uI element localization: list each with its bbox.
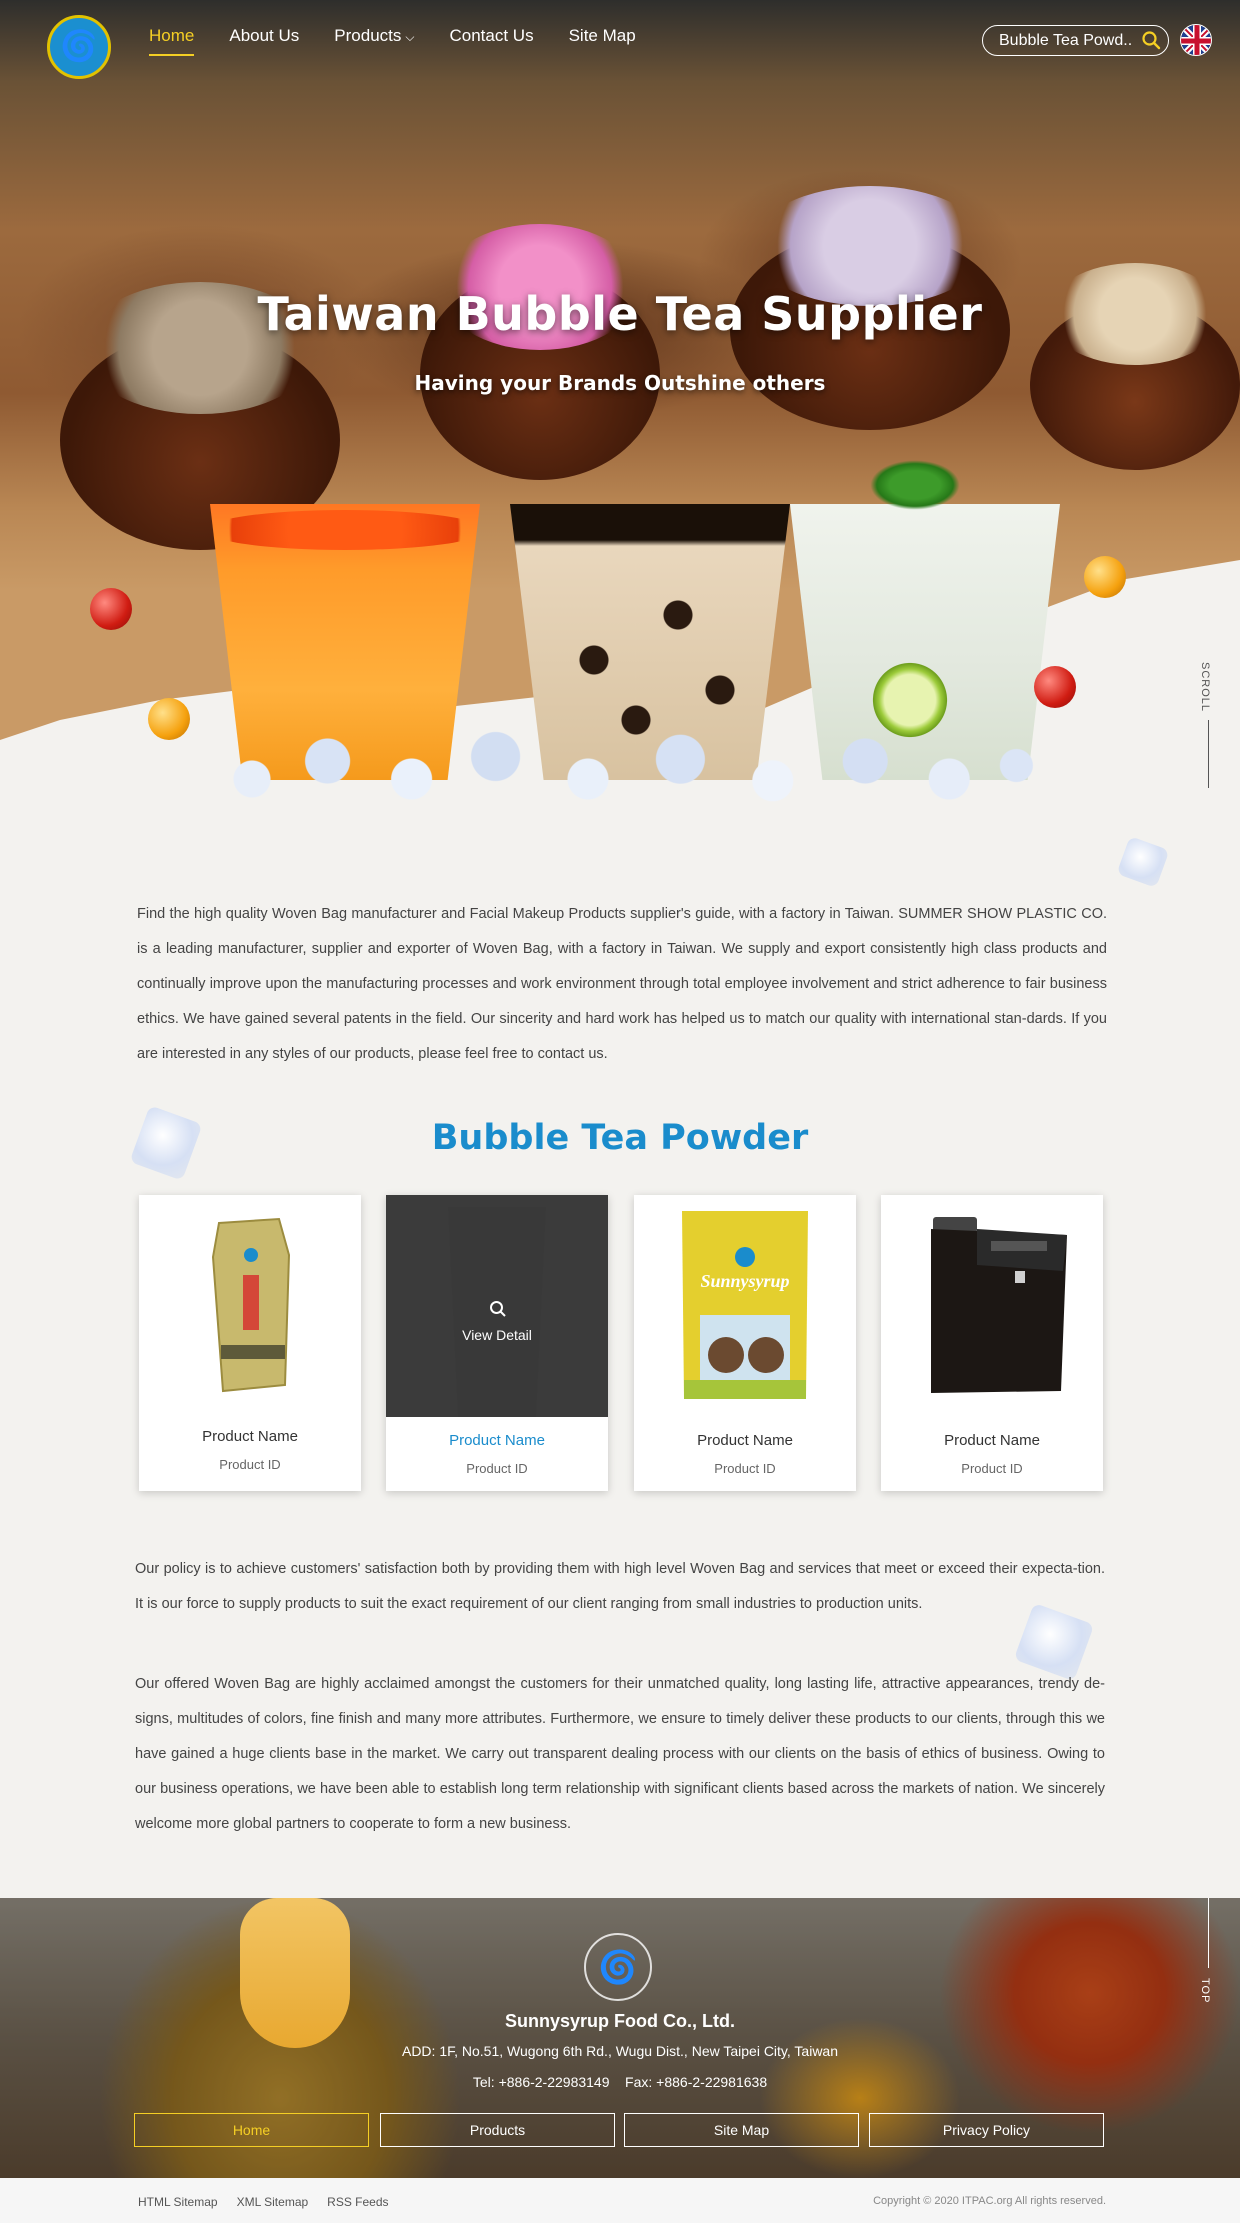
footer-company-name: Sunnysyrup Food Co., Ltd. (505, 2011, 735, 2031)
product-card[interactable]: Sunnysyrup Product Name Product ID (634, 1195, 856, 1491)
footer-address: ADD: 1F, No.51, Wugong 6th Rd., Wugu Dis… (401, 2043, 839, 2059)
product-image (881, 1195, 1103, 1417)
uk-flag-icon[interactable] (1180, 24, 1212, 56)
product-brand-text: Sunnysyrup (700, 1271, 790, 1291)
product-name[interactable]: Product Name (139, 1428, 361, 1445)
product-image (139, 1195, 361, 1417)
hero-title: Taiwan Bubble Tea Supplier (257, 287, 983, 341)
footer-logo[interactable]: 🌀 (584, 1933, 652, 2001)
product-id: Product ID (219, 1457, 281, 1472)
nav-about-us[interactable]: About Us (229, 26, 299, 46)
product-card-hovered[interactable]: View Detail Product Name Product ID (386, 1195, 608, 1491)
product-id: Product ID (714, 1461, 776, 1476)
bottom-bar: HTML Sitemap XML Sitemap RSS Feeds Copyr… (0, 2178, 1240, 2223)
magnifier-icon (490, 1301, 506, 1317)
orange-ball-decor (148, 698, 190, 740)
policy-paragraph-1: Our policy is to achieve customers' sati… (135, 1561, 1105, 1612)
site-header: 🌀 Home About Us Products ⌵ Contact Us Sit… (0, 0, 1240, 80)
product-id: Product ID (466, 1461, 528, 1476)
html-sitemap-link[interactable]: HTML Sitemap (138, 2195, 218, 2209)
chevron-down-icon: ⌵ (405, 30, 415, 44)
rss-feeds-link[interactable]: RSS Feeds (327, 2195, 388, 2209)
spiral-logo-icon: 🌀 (60, 30, 98, 63)
back-to-top-button[interactable]: TOP (1199, 1978, 1211, 2003)
search-icon[interactable] (1141, 30, 1161, 50)
product-name[interactable]: Product Name (634, 1432, 856, 1449)
main-nav: Home About Us Products ⌵ Contact Us Site … (149, 26, 671, 56)
search-box (982, 25, 1169, 56)
product-id: Product ID (961, 1461, 1023, 1476)
footer-link-products[interactable]: Products (380, 2113, 615, 2147)
product-card[interactable]: Product Name Product ID (139, 1195, 361, 1491)
spiral-logo-icon: 🌀 (598, 1949, 638, 1985)
search-input[interactable] (999, 31, 1134, 50)
hero-subtitle: Having your Brands Outshine others (414, 371, 826, 395)
hero-banner: Taiwan Bubble Tea Supplier Having your B… (0, 0, 1240, 820)
product-name[interactable]: Product Name (881, 1432, 1103, 1449)
copyright-text: Copyright © 2020 ITPAC.org All rights re… (873, 2195, 1106, 2207)
policy-paragraph-2: Our offered Woven Bag are highly acclaim… (135, 1676, 1105, 1832)
nav-products-label: Products (334, 26, 402, 45)
nav-home[interactable]: Home (149, 26, 195, 56)
back-to-top-line[interactable] (1208, 1898, 1209, 1968)
nav-site-map[interactable]: Site Map (569, 26, 636, 46)
xml-sitemap-link[interactable]: XML Sitemap (237, 2195, 309, 2209)
footer-link-home[interactable]: Home (134, 2113, 369, 2147)
site-footer: 🌀 Sunnysyrup Food Co., Ltd. ADD: 1F, No.… (0, 1898, 1240, 2178)
ice-cubes (210, 725, 1050, 815)
product-name[interactable]: Product Name (386, 1432, 608, 1449)
ice-cube-decor (1116, 836, 1170, 888)
footer-contact: Tel: +886-2-22983149 Fax: +886-2-2298163… (472, 2074, 768, 2090)
mint-leaves (870, 460, 960, 510)
products-section-title: Bubble Tea Powder (431, 1118, 809, 1158)
scroll-indicator-line[interactable] (1208, 720, 1209, 788)
scroll-indicator-label: SCROLL (1199, 662, 1211, 713)
footer-link-privacy-policy[interactable]: Privacy Policy (869, 2113, 1104, 2147)
fruit-tea-lid (205, 510, 485, 550)
footer-link-site-map[interactable]: Site Map (624, 2113, 859, 2147)
bottom-links: HTML Sitemap XML Sitemap RSS Feeds (138, 2195, 408, 2209)
orange-ball-decor-right (1084, 556, 1126, 598)
company-logo[interactable]: 🌀 (47, 15, 111, 79)
intro-text: Find the high quality Woven Bag manufact… (137, 906, 1107, 1062)
red-ball-decor-right (1034, 666, 1076, 708)
nav-contact-us[interactable]: Contact Us (450, 26, 534, 46)
product-image: Sunnysyrup (634, 1195, 856, 1417)
view-detail-link[interactable]: View Detail (386, 1327, 608, 1343)
red-ball-decor (90, 588, 132, 630)
product-card[interactable]: Product Name Product ID (881, 1195, 1103, 1491)
nav-products[interactable]: Products ⌵ (334, 26, 414, 46)
